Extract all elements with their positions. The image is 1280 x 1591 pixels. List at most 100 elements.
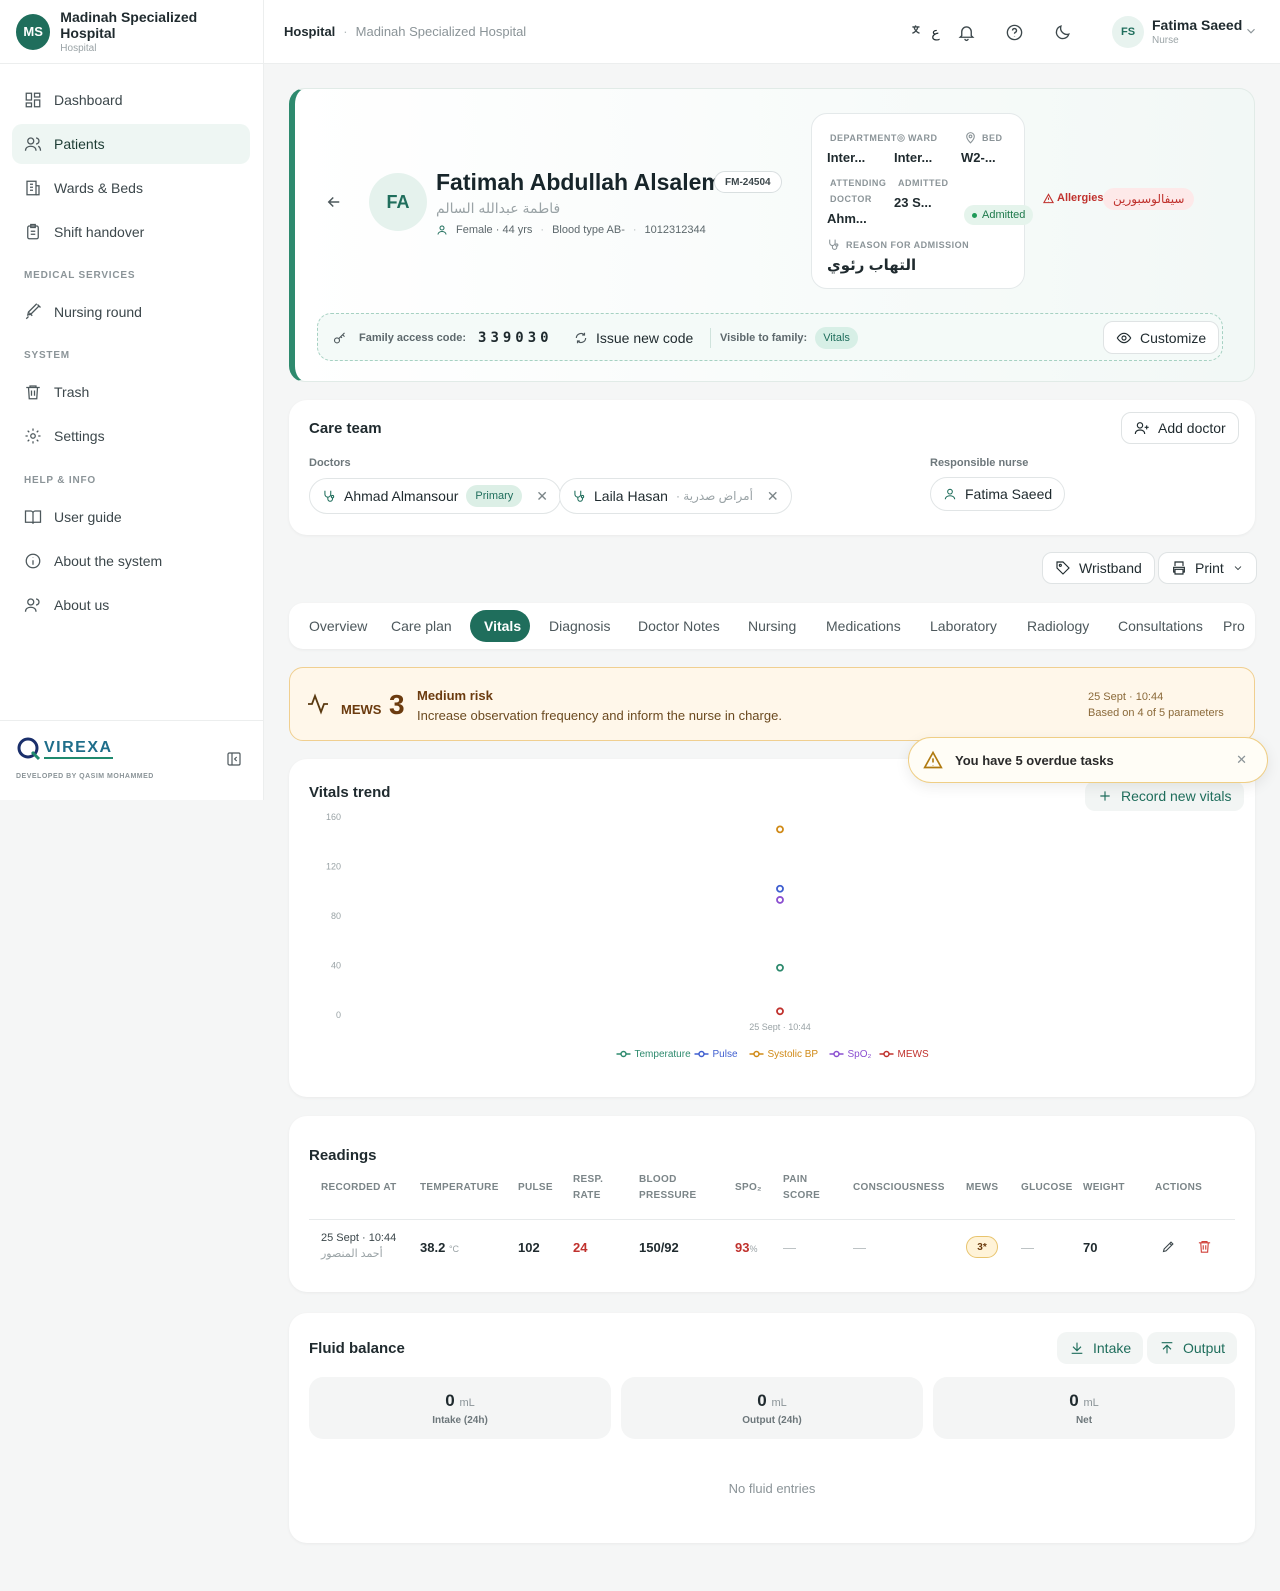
customize-button[interactable]: Customize: [1103, 321, 1220, 354]
tab-laboratory[interactable]: Laboratory: [916, 610, 1011, 642]
sidebar-item-shift-handover[interactable]: Shift handover: [12, 212, 250, 252]
remove-doctor-icon[interactable]: ✕: [536, 488, 548, 505]
sidebar-item-trash[interactable]: Trash: [12, 372, 250, 412]
user-avatar[interactable]: FS: [1112, 16, 1144, 48]
print-button[interactable]: Print: [1158, 552, 1257, 584]
sidebar-item-user-guide[interactable]: User guide: [12, 497, 250, 537]
responsible-nurse-label: Responsible nurse: [930, 457, 1029, 469]
moon-icon: [1055, 24, 1070, 39]
family-access-bar: Family access code: 339030 Issue new cod…: [317, 313, 1223, 361]
legend-label: Systolic BP: [768, 1049, 819, 1060]
translate-icon: [912, 24, 921, 34]
intake-value: 0: [445, 1391, 455, 1410]
output-unit: mL: [771, 1397, 787, 1409]
doctors-label: Doctors: [309, 457, 351, 469]
user-menu-chevron[interactable]: [1244, 24, 1258, 38]
mews-banner: MEWS 3 Medium risk Increase observation …: [289, 667, 1255, 741]
tab-nursing[interactable]: Nursing: [734, 610, 810, 642]
sidebar-item-dashboard[interactable]: Dashboard: [12, 80, 250, 120]
cell-recorded-by: أحمد المنصور: [321, 1248, 383, 1260]
overdue-tasks-toast[interactable]: You have 5 overdue tasks ✕: [908, 737, 1268, 783]
intake-unit: mL: [459, 1397, 475, 1409]
patient-blood-type: Blood type AB-: [552, 224, 625, 236]
doctor-label-line2: DOCTOR: [830, 194, 872, 204]
pencil-icon: [1162, 1241, 1174, 1253]
mews-basis: Based on 4 of 5 parameters: [1088, 707, 1224, 719]
patient-tabs: Overview Care plan Vitals Diagnosis Doct…: [289, 603, 1255, 649]
sidebar-item-settings[interactable]: Settings: [12, 416, 250, 456]
department-value: Inter...: [827, 150, 866, 165]
readings-card: Readings RECORDED AT TEMPERATURE PULSE RESP…: [289, 1116, 1255, 1292]
chevron-down-icon: [1234, 566, 1242, 571]
sidebar-item-nursing-round[interactable]: Nursing round: [12, 292, 250, 332]
sidebar-item-patients[interactable]: Patients: [12, 124, 250, 164]
tab-overview[interactable]: Overview: [295, 610, 381, 642]
doctor-chip-primary[interactable]: Ahmad Almansour Primary ✕: [309, 478, 562, 514]
column-header: WEIGHT: [1083, 1182, 1125, 1193]
tab-more[interactable]: Pro: [1209, 610, 1255, 642]
patient-avatar: FA: [369, 173, 427, 231]
hospital-logo: MS: [16, 13, 51, 50]
tab-vitals[interactable]: Vitals: [470, 610, 530, 642]
temperature-unit: °C: [448, 1244, 460, 1254]
collapse-sidebar-button[interactable]: [226, 751, 242, 767]
sidebar-item-label: About us: [54, 597, 110, 613]
tab-care-plan[interactable]: Care plan: [377, 610, 466, 642]
y-tick-label: 0: [336, 1010, 341, 1020]
sidebar-item-wards-beds[interactable]: Wards & Beds: [12, 168, 250, 208]
tab-consultations[interactable]: Consultations: [1104, 610, 1217, 642]
visible-label: Visible to family:: [720, 332, 808, 344]
column-header: PULSE: [518, 1182, 553, 1193]
data-point-temperature: [776, 963, 784, 972]
delete-reading-button[interactable]: [1197, 1239, 1212, 1254]
tab-radiology[interactable]: Radiology: [1013, 610, 1103, 642]
legend-label: MEWS: [898, 1049, 929, 1060]
edit-reading-button[interactable]: [1161, 1239, 1176, 1254]
cell-consciousness: —: [853, 1240, 866, 1255]
table-divider: [309, 1219, 1235, 1220]
theme-toggle[interactable]: [1050, 20, 1074, 44]
warning-icon: [923, 750, 943, 769]
language-button[interactable]: ع: [908, 20, 942, 44]
refresh-icon: [575, 332, 587, 344]
eye-icon: [1116, 332, 1132, 343]
tab-diagnosis[interactable]: Diagnosis: [535, 610, 624, 642]
help-circle-icon: [1006, 24, 1022, 40]
sidebar-item-about-us[interactable]: About us: [12, 585, 250, 625]
add-doctor-button[interactable]: Add doctor: [1121, 412, 1239, 444]
map-pin-icon: [966, 132, 975, 144]
issue-new-code-button[interactable]: Issue new code: [574, 314, 693, 362]
wristband-button[interactable]: Wristband: [1042, 552, 1155, 584]
column-header: CONSCIOUSNESS: [853, 1182, 945, 1193]
help-button[interactable]: [1002, 20, 1026, 44]
remove-doctor-icon[interactable]: ✕: [767, 488, 779, 505]
key-icon: [333, 331, 345, 343]
doctor-chip-secondary[interactable]: Laila Hasan · أمراض صدرية ✕: [559, 478, 792, 514]
cell-spo2: 93%: [735, 1240, 757, 1255]
vitals-trend-card: Vitals trend Record new vitals 160 120 80 4…: [289, 759, 1255, 1097]
back-button[interactable]: [325, 193, 343, 211]
output-button[interactable]: Output: [1147, 1332, 1238, 1364]
legend-label: Temperature: [635, 1049, 692, 1060]
user-menu[interactable]: Fatima Saeed Nurse: [1152, 17, 1242, 46]
close-icon[interactable]: ✕: [1236, 752, 1247, 768]
data-point-mews: [776, 1007, 784, 1016]
intake-value-line: 0 mL: [309, 1391, 611, 1411]
nurse-chip[interactable]: Fatima Saeed: [930, 477, 1066, 511]
sidebar-item-label: User guide: [54, 509, 122, 525]
fluid-balance-card: Fluid balance Intake Output 0 mL Intake …: [289, 1313, 1255, 1543]
output-value-line: 0 mL: [621, 1391, 923, 1411]
intake-button[interactable]: Intake: [1057, 1332, 1144, 1364]
tab-medications[interactable]: Medications: [812, 610, 915, 642]
fluid-empty-message: No fluid entries: [728, 1481, 816, 1496]
brand-name: VIREXA: [44, 739, 113, 759]
bed-label: BED: [982, 133, 1003, 143]
sidebar-item-about-system[interactable]: About the system: [12, 541, 250, 581]
column-header: GLUCOSE: [1021, 1182, 1073, 1193]
output-label: Output (24h): [742, 1415, 802, 1426]
tab-doctor-notes[interactable]: Doctor Notes: [624, 610, 734, 642]
net-value-line: 0 mL: [933, 1391, 1235, 1411]
notifications-button[interactable]: [954, 20, 978, 44]
breadcrumb-root[interactable]: Hospital: [284, 24, 335, 39]
care-team-card: Care team Add doctor Doctors Ahmad Alman…: [289, 400, 1255, 535]
